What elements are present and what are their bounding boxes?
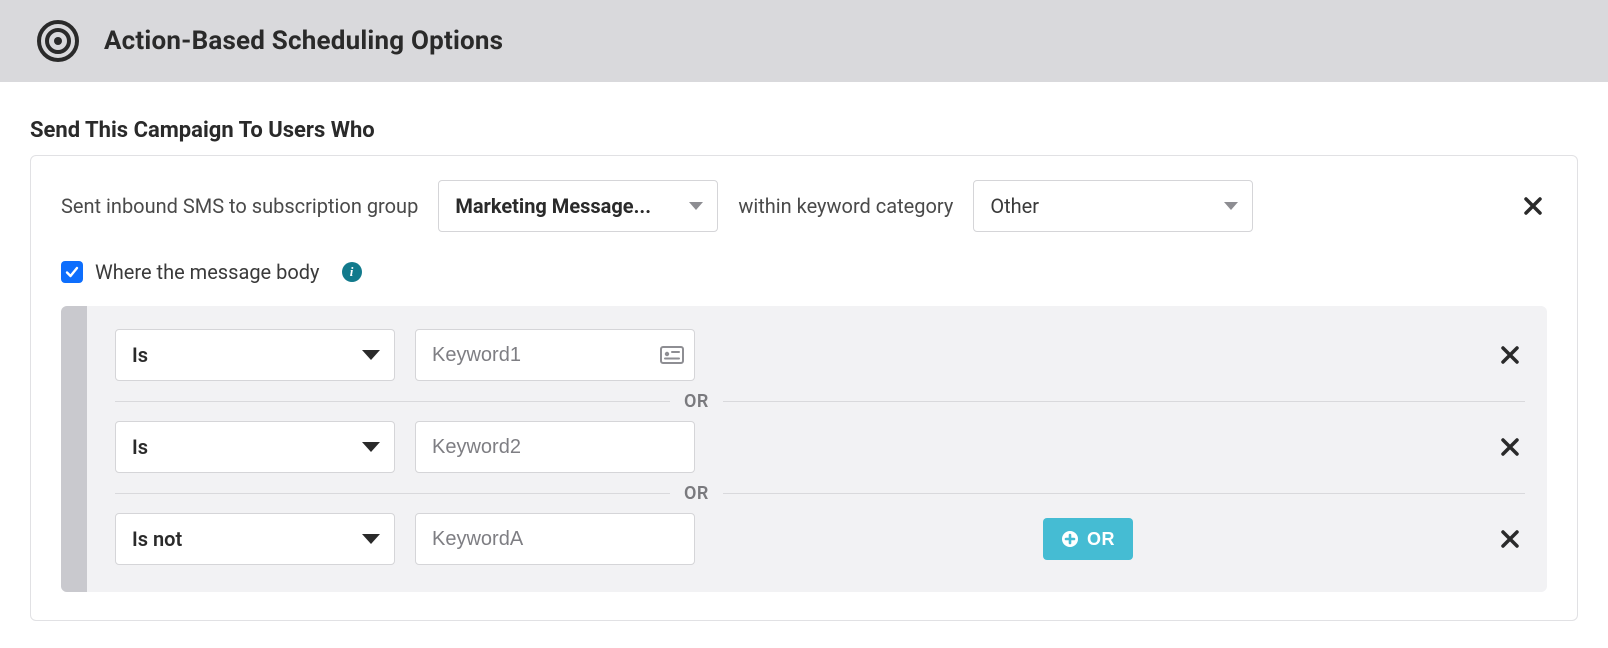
rule-keyword-input[interactable] [415,421,695,473]
delete-rule-button[interactable] [1495,524,1525,554]
trigger-prefix: Sent inbound SMS to subscription group [61,194,418,218]
add-or-button[interactable]: OR [1043,518,1133,560]
rules-block: Is [61,306,1547,592]
divider-line [723,401,1525,402]
token-insert-icon[interactable] [659,345,685,365]
or-label: OR [670,391,723,412]
where-body-checkbox[interactable] [61,261,83,283]
divider-line [723,493,1525,494]
rules-body: Is [87,306,1547,592]
rule-row: Is not OR [115,508,1525,570]
subscription-group-select[interactable]: Marketing Message... [438,180,718,232]
divider-line [115,493,670,494]
rule-input-wrap [415,421,695,473]
trigger-row: Sent inbound SMS to subscription group M… [61,180,1547,232]
plus-circle-icon [1061,530,1079,548]
info-icon[interactable]: i [342,262,362,282]
caret-down-icon [362,442,380,452]
subscription-group-value: Marketing Message... [455,194,651,218]
page-title: Action-Based Scheduling Options [104,26,503,56]
trigger-mid: within keyword category [738,194,953,218]
where-body-label: Where the message body [95,260,320,284]
target-icon [36,19,80,63]
rule-input-wrap [415,329,695,381]
header-band: Action-Based Scheduling Options [0,0,1608,82]
delete-rule-button[interactable] [1495,340,1525,370]
add-or-label: OR [1087,529,1115,550]
rules-handle[interactable] [61,306,87,592]
section-title: Send This Campaign To Users Who [0,82,1608,155]
rule-operator-value: Is not [132,527,182,551]
rule-keyword-input[interactable] [415,329,695,381]
keyword-category-value: Other [990,194,1039,218]
trigger-card: Sent inbound SMS to subscription group M… [30,155,1578,621]
or-divider: OR [115,386,1525,416]
rule-operator-value: Is [132,435,148,459]
divider-line [115,401,670,402]
rule-operator-select[interactable]: Is [115,329,395,381]
or-label: OR [670,483,723,504]
caret-down-icon [689,202,703,210]
rule-keyword-input[interactable] [415,513,695,565]
caret-down-icon [362,534,380,544]
caret-down-icon [1224,202,1238,210]
remove-trigger-button[interactable] [1519,192,1547,220]
where-row: Where the message body i [61,232,1547,284]
delete-rule-button[interactable] [1495,432,1525,462]
caret-down-icon [362,350,380,360]
rule-operator-select[interactable]: Is not [115,513,395,565]
rule-input-wrap [415,513,695,565]
rule-operator-value: Is [132,343,148,367]
or-divider: OR [115,478,1525,508]
rule-operator-select[interactable]: Is [115,421,395,473]
rule-row: Is [115,416,1525,478]
rule-row: Is [115,324,1525,386]
keyword-category-select[interactable]: Other [973,180,1253,232]
